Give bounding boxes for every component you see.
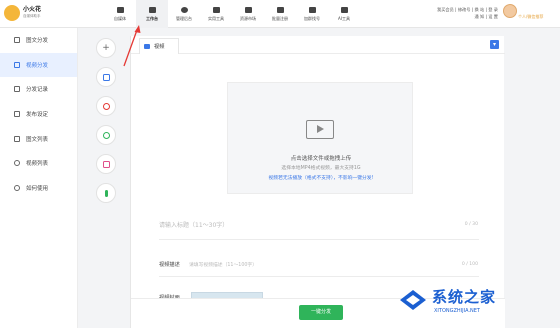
top-bar: 小火花 自媒体助手 自媒体 工作台 管理后台 实用工具 资源市场 批量注册 加群… [0,0,560,28]
nav-item-ai[interactable]: AI工具 [328,0,360,28]
add-icon[interactable]: + [96,38,116,58]
nav-item-market[interactable]: 资源市场 [232,0,264,28]
nav-item-register[interactable]: 批量注册 [264,0,296,28]
nav-item-workbench[interactable]: 工作台 [136,0,168,28]
nav-item-media[interactable]: 自媒体 [104,0,136,28]
list-icon [14,135,20,142]
upload-help-link[interactable]: 视频若无法播放（格式不支持），不影响一键分发! [228,174,414,181]
upload-main-text: 点击选择文件或拖拽上传 [290,156,352,162]
home-icon [116,6,124,13]
sidebar-item-label: 视频列表 [26,161,49,168]
top-nav: 自媒体 工作台 管理后台 实用工具 资源市场 批量注册 加群找号 AI工具 [104,0,360,28]
avatar[interactable] [503,4,517,18]
sidebar-item-video-list[interactable]: 视频列表 [0,151,77,176]
desc-label: 视频描述 [159,262,180,268]
sidebar-item-video-distribute[interactable]: 视频分发 [0,52,77,78]
title-count: 0 / 30 [464,222,478,227]
user-tag[interactable]: 个人/微信推荐 [518,14,543,20]
tab-video[interactable]: 视频 [139,38,179,54]
calendar-icon[interactable] [96,67,116,87]
nav-label: 管理后台 [176,15,192,21]
nav-item-admin[interactable]: 管理后台 [168,0,200,28]
send-icon [14,111,20,118]
sidebar-item-article-distribute[interactable]: 图文分发 [0,28,77,53]
nav-label: 实用工具 [208,15,224,21]
play-list-icon [14,160,20,167]
title-input[interactable]: 请输入标题（11～30字） [159,220,228,229]
user-plus-icon [276,6,284,13]
nav-label: 加群找号 [304,15,320,21]
sidebar-item-label: 视频分发 [26,62,49,69]
desc-input[interactable]: 请填写视频描述（11～100字） [189,261,257,268]
nav-label: AI工具 [338,15,350,21]
video-upload-area[interactable]: 点击选择文件或拖拽上传 选择本地MP4格式视频，最大支持1G 视频若无法播放（格… [227,82,413,194]
plus-square-icon [308,6,316,13]
timer-icon[interactable] [96,96,116,116]
sidebar-item-label: 分发记录 [26,87,49,94]
watermark-logo-icon [400,290,426,310]
audio-icon[interactable] [96,183,116,203]
play-icon [306,120,334,139]
video-tab-icon [144,44,150,49]
publish-button[interactable]: 一键分发 [299,305,343,320]
sidebar-item-label: 如何使用 [26,185,49,192]
tool-column: + [96,38,122,212]
monitor-icon [148,6,156,13]
divider [159,276,479,277]
video-icon [14,61,20,68]
divider [159,239,479,240]
sidebar-item-publish-settings[interactable]: 发布设定 [0,102,77,127]
sidebar-item-label: 图文列表 [26,136,49,143]
top-links-line2[interactable]: 通 知 | 设 置 [418,13,499,20]
ai-icon [340,6,348,13]
sidebar: 图文分发 视频分发 分发记录 发布设定 图文列表 视频列表 如何使用 [0,28,78,328]
app-logo [4,5,20,21]
top-links[interactable]: 我买会员 | 修改号 | 换 站 | 登 录 通 知 | 设 置 [418,6,498,20]
pie-chart-icon [180,6,188,13]
upload-sub-text: 选择本地MP4格式视频，最大支持1G [281,166,361,171]
help-icon [14,184,20,191]
doc-icon [14,37,20,44]
sidebar-item-article-list[interactable]: 图文列表 [0,126,77,151]
app-subtitle: 自媒体助手 [23,14,41,18]
nav-item-groups[interactable]: 加群找号 [296,0,328,28]
grid-icon [212,6,220,13]
watermark-url: XITONGZHIJIA.NET [434,308,480,314]
app-name: 小火花 [23,6,42,13]
refresh-icon[interactable] [96,125,116,145]
store-icon [244,6,252,13]
nav-label: 资源市场 [240,15,256,21]
top-links-line1[interactable]: 我买会员 | 修改号 | 换 站 | 登 录 [418,6,498,13]
nav-label: 工作台 [146,15,158,21]
sidebar-item-label: 发布设定 [26,112,49,119]
desc-count: 0 / 100 [461,262,478,267]
nav-label: 批量注册 [272,15,288,21]
sidebar-item-help[interactable]: 如何使用 [0,176,77,201]
record-icon [14,86,20,93]
tab-label: 视频 [154,44,165,50]
tab-row: 视频 ▾ [131,36,505,54]
sidebar-item-records[interactable]: 分发记录 [0,77,77,102]
nav-label: 自媒体 [114,15,126,21]
watermark-text: 系统之家 [432,288,497,306]
tab-dropdown-button[interactable]: ▾ [490,40,499,49]
image-icon[interactable] [96,154,116,174]
watermark: 系统之家 XITONGZHIJIA.NET [398,282,560,328]
nav-item-tools[interactable]: 实用工具 [200,0,232,28]
sidebar-item-label: 图文分发 [26,38,49,45]
